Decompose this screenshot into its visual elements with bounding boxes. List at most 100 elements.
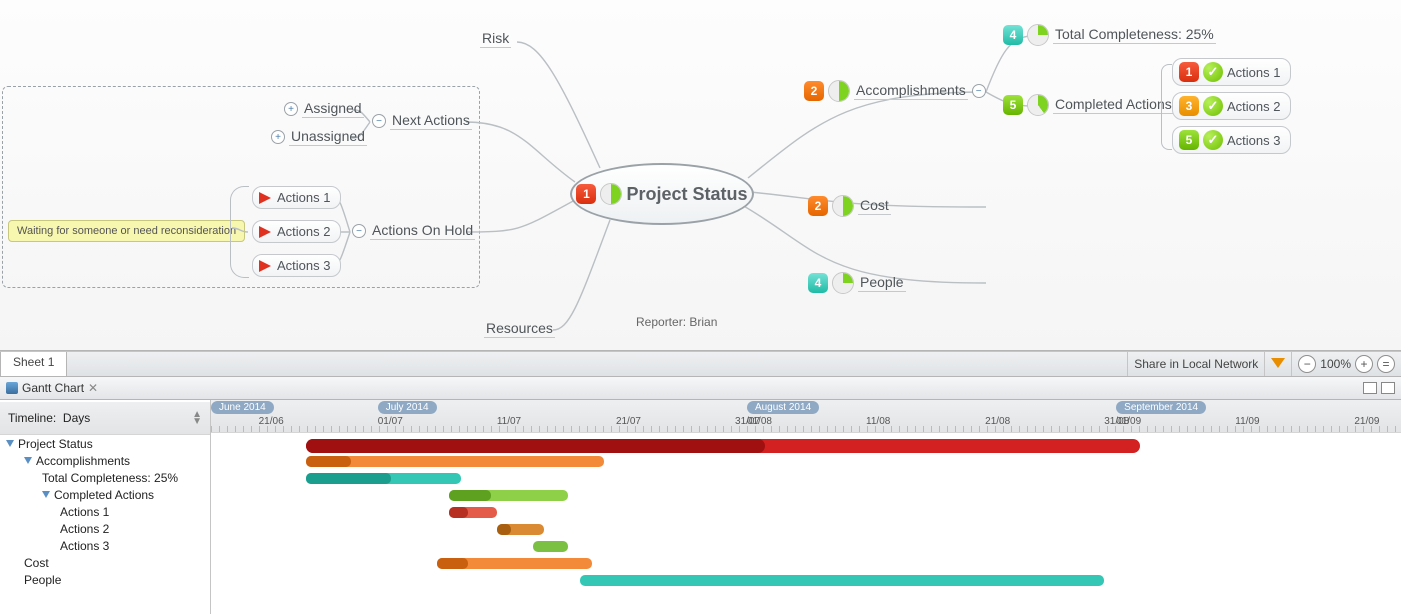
timeline-header: Timeline: Days ▲▼ — [0, 402, 210, 435]
progress-pie-icon — [828, 80, 850, 102]
gantt-bar[interactable] — [580, 575, 1104, 586]
leaf-action3[interactable]: 5✓Actions 3 — [1172, 126, 1291, 154]
gantt-progress-fill — [306, 473, 391, 484]
gantt-bar[interactable] — [497, 524, 545, 535]
gantt-bar[interactable] — [449, 490, 568, 501]
leaf-onhold-1[interactable]: Actions 1 — [252, 186, 341, 209]
priority-badge-4: 4 — [1003, 25, 1023, 45]
priority-badge-1: 1 — [1179, 62, 1199, 82]
tick-label: 01/08 — [747, 416, 772, 427]
disclosure-triangle-icon[interactable] — [6, 440, 14, 447]
node-on-hold[interactable]: − Actions On Hold — [352, 222, 475, 240]
gantt-progress-fill — [306, 439, 765, 453]
priority-badge-1: 1 — [576, 184, 596, 204]
month-label: August 2014 — [747, 401, 819, 414]
expand-icon[interactable]: + — [271, 130, 285, 144]
gantt-progress-fill — [497, 524, 511, 535]
tick-label: 21/08 — [985, 416, 1010, 427]
node-accomplishments[interactable]: 2 Accomplishments − — [804, 80, 986, 102]
flag-icon — [259, 192, 271, 204]
gantt-bar[interactable] — [449, 507, 497, 518]
gantt-progress-fill — [306, 456, 351, 467]
unit-stepper[interactable]: ▲▼ — [192, 411, 202, 425]
gantt-tree-row[interactable]: Completed Actions — [0, 486, 210, 503]
progress-pie-icon — [1027, 94, 1049, 116]
collapse-icon[interactable]: − — [372, 114, 386, 128]
tick-label: 21/07 — [616, 416, 641, 427]
zoom-value: 100% — [1320, 357, 1351, 371]
gantt-bar[interactable] — [533, 541, 569, 552]
gantt-row-label: Actions 1 — [60, 505, 109, 519]
node-cost[interactable]: 2 Cost — [808, 195, 891, 217]
gantt-progress-fill — [449, 490, 491, 501]
gantt-row-label: Actions 3 — [60, 539, 109, 553]
zoom-controls: − 100% + = — [1291, 352, 1401, 376]
minimize-pane-button[interactable] — [1363, 382, 1377, 394]
node-assigned[interactable]: + Assigned — [284, 100, 364, 118]
check-icon: ✓ — [1203, 130, 1223, 150]
leaf-onhold-2[interactable]: Actions 2 — [252, 220, 341, 243]
gantt-tabbar: Gantt Chart ✕ — [0, 377, 1401, 400]
gantt-tree-row[interactable]: Actions 2 — [0, 520, 210, 537]
center-label: Project Status — [626, 184, 747, 205]
sheet-tab[interactable]: Sheet 1 — [0, 352, 67, 376]
gantt-row-label: Total Completeness: 25% — [42, 471, 178, 485]
zoom-fit-button[interactable]: = — [1377, 355, 1395, 373]
zoom-out-button[interactable]: − — [1298, 355, 1316, 373]
gantt-row-label: Cost — [24, 556, 49, 570]
priority-badge-5: 5 — [1003, 95, 1023, 115]
bracket-decoration — [1161, 64, 1172, 150]
mindmap-canvas[interactable]: Waiting for someone or need reconsiderat… — [0, 0, 1401, 351]
leaf-onhold-3[interactable]: Actions 3 — [252, 254, 341, 277]
gantt-bar[interactable] — [306, 473, 461, 484]
disclosure-triangle-icon[interactable] — [24, 457, 32, 464]
gantt-task-tree[interactable]: Timeline: Days ▲▼ Project StatusAccompli… — [0, 400, 211, 614]
priority-badge-5: 5 — [1179, 130, 1199, 150]
center-node[interactable]: 1 Project Status — [570, 163, 754, 225]
tick-label: 01/09 — [1116, 416, 1141, 427]
gantt-tree-row[interactable]: Total Completeness: 25% — [0, 469, 210, 486]
gantt-tree-row[interactable]: Accomplishments — [0, 452, 210, 469]
collapse-icon[interactable]: − — [972, 84, 986, 98]
collapse-icon[interactable]: − — [352, 224, 366, 238]
gantt-panel: Timeline: Days ▲▼ Project StatusAccompli… — [0, 400, 1401, 614]
gantt-chart-area[interactable]: June 2014July 2014August 2014September 2… — [211, 400, 1401, 614]
sheet-bar: Sheet 1 Share in Local Network − 100% + … — [0, 351, 1401, 377]
gantt-tree-row[interactable]: Project Status — [0, 435, 210, 452]
tick-label: 21/09 — [1354, 416, 1379, 427]
node-resources[interactable]: Resources — [484, 320, 555, 338]
node-people[interactable]: 4 People — [808, 272, 906, 294]
share-button[interactable]: Share in Local Network — [1127, 352, 1264, 376]
priority-badge-3: 3 — [1179, 96, 1199, 116]
node-unassigned[interactable]: + Unassigned — [271, 128, 367, 146]
gantt-progress-fill — [449, 507, 468, 518]
node-total-completeness[interactable]: 4 Total Completeness: 25% — [1003, 24, 1216, 46]
priority-badge-2: 2 — [804, 81, 824, 101]
gantt-time-header: June 2014July 2014August 2014September 2… — [211, 400, 1401, 433]
gantt-bar[interactable] — [437, 558, 592, 569]
gantt-bar[interactable] — [306, 456, 604, 467]
expand-icon[interactable]: + — [284, 102, 298, 116]
flag-icon — [259, 226, 271, 238]
close-tab-icon[interactable]: ✕ — [88, 381, 98, 395]
progress-pie-icon — [832, 272, 854, 294]
flag-icon — [259, 260, 271, 272]
leaf-action2[interactable]: 3✓Actions 2 — [1172, 92, 1291, 120]
disclosure-triangle-icon[interactable] — [42, 491, 50, 498]
gantt-tree-row[interactable]: Actions 1 — [0, 503, 210, 520]
gantt-tree-row[interactable]: Actions 3 — [0, 537, 210, 554]
gantt-tree-row[interactable]: People — [0, 571, 210, 588]
node-risk[interactable]: Risk — [480, 30, 511, 48]
gantt-bar[interactable] — [306, 439, 1140, 453]
leaf-action1[interactable]: 1✓Actions 1 — [1172, 58, 1291, 86]
zoom-in-button[interactable]: + — [1355, 355, 1373, 373]
progress-pie-icon — [832, 195, 854, 217]
gantt-tree-row[interactable]: Cost — [0, 554, 210, 571]
month-label: June 2014 — [211, 401, 274, 414]
filter-button[interactable] — [1264, 352, 1291, 376]
tick-label: 11/08 — [866, 416, 890, 427]
gantt-row-label: Actions 2 — [60, 522, 109, 536]
node-next-actions[interactable]: − Next Actions — [372, 112, 472, 130]
maximize-pane-button[interactable] — [1381, 382, 1395, 394]
month-label: September 2014 — [1116, 401, 1206, 414]
